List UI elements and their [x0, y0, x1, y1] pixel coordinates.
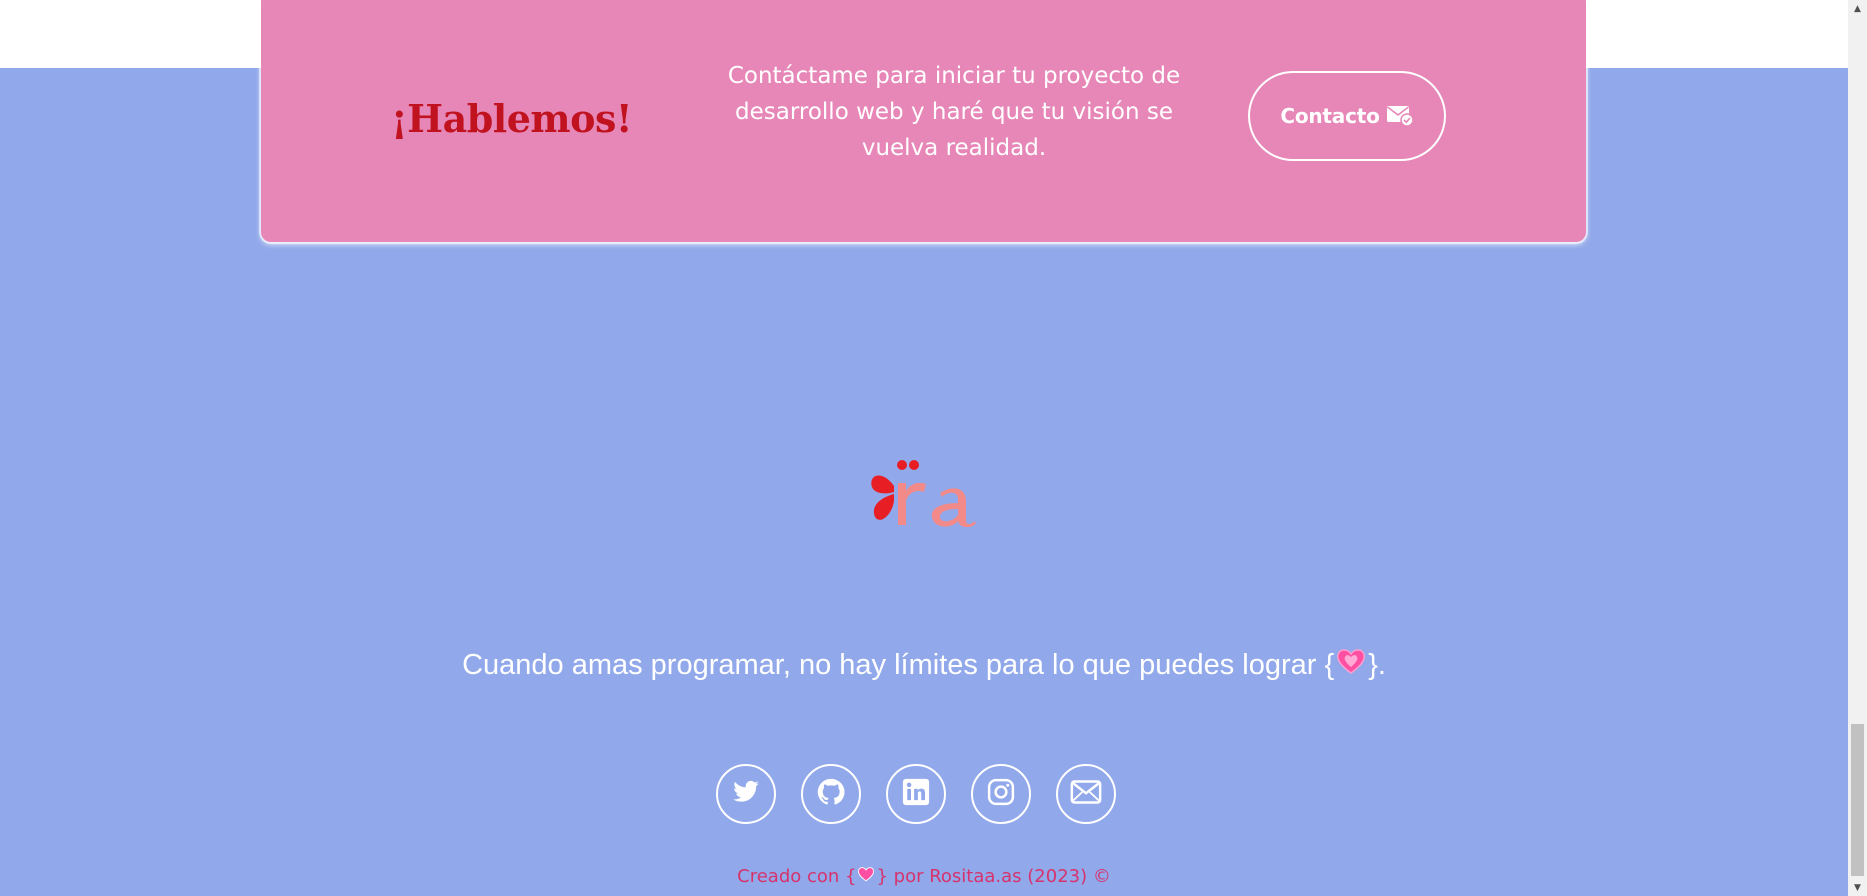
linkedin-icon	[901, 777, 931, 812]
mail-check-icon	[1386, 104, 1414, 128]
footer-credit: Creado con { } por Rositaa.as (2023) ©	[0, 866, 1848, 887]
contact-button-label: Contacto	[1280, 104, 1380, 128]
github-icon	[816, 777, 846, 812]
heart-icon	[857, 866, 875, 887]
social-links	[716, 764, 1116, 824]
mail-icon	[1070, 779, 1102, 810]
instagram-icon	[986, 777, 1016, 812]
contact-button[interactable]: Contacto	[1248, 71, 1446, 161]
scroll-down-arrow[interactable]: ▼	[1848, 879, 1867, 896]
github-link[interactable]	[801, 764, 861, 824]
cta-description: Contáctame para iniciar tu proyecto de d…	[727, 63, 1181, 161]
tagline-text: Cuando amas programar, no hay límites pa…	[462, 648, 1335, 681]
email-link[interactable]	[1056, 764, 1116, 824]
instagram-link[interactable]	[971, 764, 1031, 824]
tagline-end: }.	[1368, 648, 1386, 681]
credit-text-end: } por Rositaa.as (2023) ©	[876, 866, 1111, 887]
heart-icon	[1336, 647, 1366, 683]
vertical-scrollbar[interactable]: ▲ ▼	[1848, 0, 1867, 896]
tagline: Cuando amas programar, no hay límites pa…	[0, 647, 1848, 683]
linkedin-link[interactable]	[886, 764, 946, 824]
scrollbar-thumb[interactable]	[1851, 724, 1864, 876]
credit-text: Creado con {	[737, 866, 857, 887]
contact-cta-card: ¡Hablemos! Contáctame para iniciar tu pr…	[261, 0, 1586, 242]
cta-title: ¡Hablemos!	[391, 96, 633, 141]
scroll-up-arrow[interactable]: ▲	[1848, 0, 1867, 17]
twitter-link[interactable]	[716, 764, 776, 824]
twitter-icon	[730, 778, 762, 811]
ra-butterfly-logo[interactable]	[868, 455, 984, 528]
